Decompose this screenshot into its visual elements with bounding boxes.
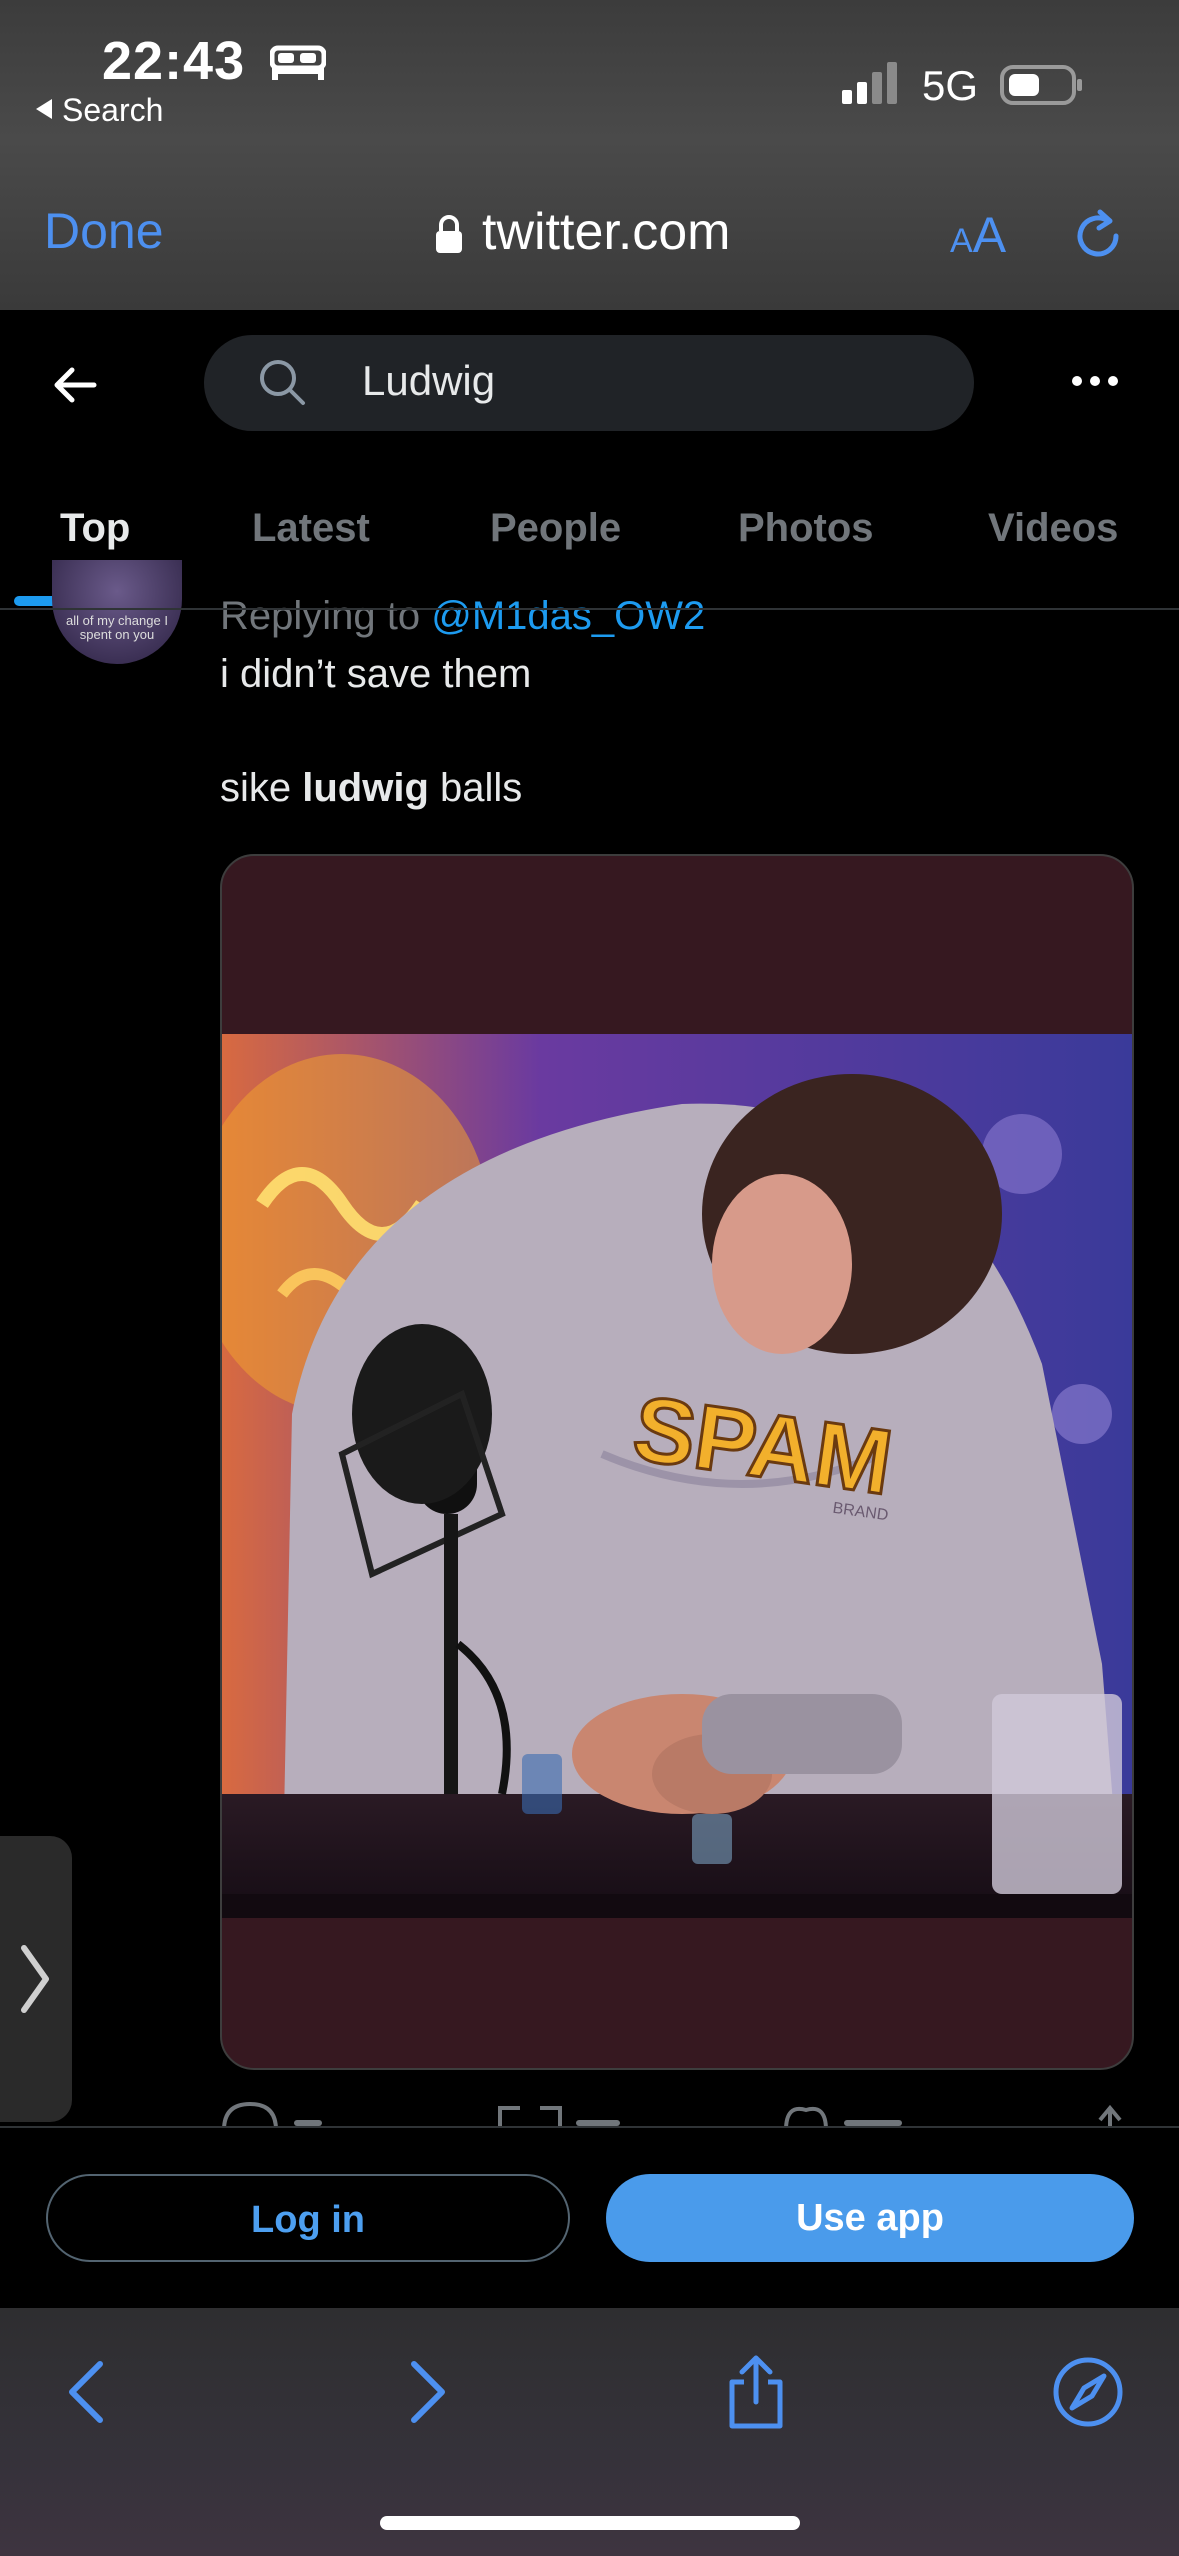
url-display[interactable]: twitter.com	[482, 202, 731, 262]
tab-videos[interactable]: Videos	[988, 506, 1118, 551]
tweet-text-line-2: sike ludwig balls	[220, 766, 522, 811]
browser-back-icon[interactable]	[48, 2352, 128, 2432]
network-type: 5G	[922, 62, 979, 109]
replying-to: Replying to @M1das_OW2	[220, 594, 705, 639]
tab-people[interactable]: People	[490, 506, 621, 551]
search-box[interactable]	[204, 335, 974, 431]
browser-forward-icon[interactable]	[386, 2352, 466, 2432]
cellular-signal-icon	[842, 62, 897, 104]
back-to-app-link[interactable]: Search	[36, 92, 163, 129]
avatar-caption: all of my change I spent on you	[66, 613, 168, 642]
done-button[interactable]: Done	[44, 202, 164, 260]
avatar[interactable]: all of my change I spent on you	[52, 560, 182, 664]
tweet-text-line-1: i didn’t save them	[220, 652, 532, 696]
tweet-media[interactable]: SPAM BRAND	[220, 854, 1134, 2070]
text-size-button[interactable]: AA	[950, 206, 1006, 264]
tweet-text-highlight: ludwig	[302, 766, 429, 810]
home-indicator[interactable]	[380, 2516, 800, 2530]
battery-icon	[1000, 65, 1082, 105]
more-options-icon[interactable]	[1070, 373, 1120, 389]
search-icon	[260, 360, 305, 405]
back-arrow-icon[interactable]	[50, 360, 100, 410]
reply-handle-link[interactable]: @M1das_OW2	[431, 594, 705, 638]
sleep-focus-icon	[270, 45, 326, 80]
search-input[interactable]: Ludwig	[362, 357, 495, 405]
tab-latest[interactable]: Latest	[252, 506, 370, 551]
tweet-action-bar	[222, 2101, 1122, 2130]
reload-icon[interactable]	[1070, 206, 1128, 264]
replying-prefix: Replying to	[220, 594, 432, 638]
compass-icon[interactable]	[1048, 2352, 1128, 2432]
text-size-small-label: A	[950, 222, 973, 260]
lock-icon	[436, 215, 462, 253]
media-gif-frame: SPAM BRAND	[222, 1034, 1132, 1918]
back-triangle-icon	[36, 99, 52, 119]
tab-top[interactable]: Top	[60, 506, 130, 551]
use-app-button[interactable]: Use app	[606, 2174, 1134, 2262]
status-time: 22:43	[102, 31, 246, 91]
login-button[interactable]: Log in	[46, 2174, 570, 2262]
tweet-text-post: balls	[428, 766, 523, 810]
tab-photos[interactable]: Photos	[738, 506, 874, 551]
tabs-divider	[0, 608, 1179, 610]
share-icon[interactable]	[716, 2352, 796, 2432]
text-size-large-label: A	[972, 207, 1007, 263]
back-app-label: Search	[62, 92, 164, 128]
tweet-text-pre: sike	[220, 766, 303, 810]
chevron-right-icon	[21, 1945, 49, 2013]
